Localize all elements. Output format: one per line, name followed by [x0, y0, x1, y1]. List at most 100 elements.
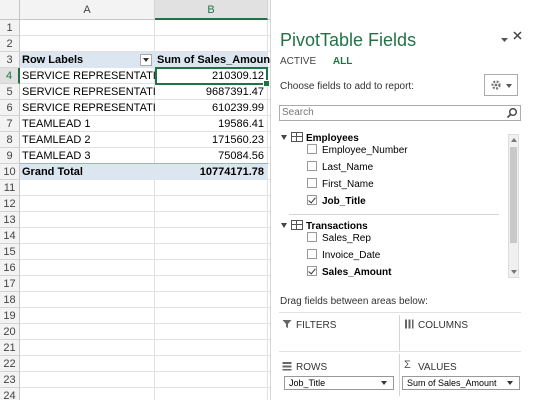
row-header-2[interactable]: 2	[0, 36, 20, 52]
row-header-10[interactable]: 10	[0, 164, 20, 180]
grid-col-line	[267, 36, 268, 52]
columns-area[interactable]: COLUMNS	[402, 315, 520, 351]
row-header-7[interactable]: 7	[0, 116, 20, 132]
checkbox[interactable]	[307, 178, 317, 188]
field-sales-amount[interactable]: Sales_Amount	[307, 266, 391, 280]
pane-options-icon[interactable]	[500, 33, 509, 47]
field-label: Invoice_Date	[322, 250, 381, 261]
active-cell-selection[interactable]	[155, 67, 270, 87]
checkbox[interactable]	[307, 161, 317, 171]
grid-col-line	[267, 340, 268, 356]
field-label: Employee_Number	[322, 145, 408, 156]
row-header-9[interactable]: 9	[0, 148, 20, 164]
select-all-corner[interactable]	[0, 0, 20, 20]
row-header-1[interactable]: 1	[0, 20, 20, 36]
scroll-thumb[interactable]	[510, 147, 517, 243]
pivot-row-label[interactable]: SERVICE REPRESENTATIVE 2	[20, 84, 155, 100]
field-job-title[interactable]: Job_Title	[307, 195, 366, 209]
columns-label: COLUMNS	[418, 320, 469, 331]
row-header-11[interactable]: 11	[0, 180, 20, 196]
pivot-row-value[interactable]: 75084.56	[155, 148, 268, 164]
row-header-12[interactable]: 12	[0, 196, 20, 212]
rows-field-job-title[interactable]: Job_Title	[284, 376, 394, 390]
tab-all[interactable]: ALL	[333, 56, 352, 67]
grid-col-line	[267, 244, 268, 260]
row-labels-filter-button[interactable]	[140, 54, 152, 66]
grid-col-line	[154, 388, 155, 400]
choose-fields-label: Choose fields to add to report:	[280, 81, 414, 92]
areas-divider	[279, 312, 521, 313]
row-header-19[interactable]: 19	[0, 308, 20, 324]
field-list-scrollbar[interactable]	[508, 134, 519, 278]
pivot-row-label[interactable]: SERVICE REPRESENTATIVE 1	[20, 68, 155, 84]
grand-total-value[interactable]: 10774171.78	[155, 164, 268, 180]
grid-col-line	[154, 340, 155, 356]
filters-area[interactable]: FILTERS	[280, 315, 398, 351]
tools-dropdown-button[interactable]	[484, 74, 518, 96]
row-header-24[interactable]: 24	[0, 388, 20, 400]
row-header-15[interactable]: 15	[0, 244, 20, 260]
row-header-23[interactable]: 23	[0, 372, 20, 388]
grid-row	[20, 324, 270, 340]
chevron-down-icon[interactable]	[381, 381, 387, 385]
checkbox-checked[interactable]	[307, 266, 317, 276]
pivot-row-value[interactable]: 171560.23	[155, 132, 268, 148]
checkbox[interactable]	[307, 144, 317, 154]
search-input[interactable]: Search	[279, 105, 521, 121]
tab-active[interactable]: ACTIVE	[280, 56, 316, 67]
grid-row	[20, 372, 270, 388]
row-header-18[interactable]: 18	[0, 292, 20, 308]
grid-col-line	[154, 356, 155, 372]
field-employee-number[interactable]: Employee_Number	[307, 144, 408, 158]
checkbox[interactable]	[307, 249, 317, 259]
spreadsheet-grid[interactable]: ABC 123456789101112131415161718192021222…	[0, 0, 270, 400]
grid-col-line	[267, 292, 268, 308]
pivot-row-label[interactable]: TEAMLEAD 2	[20, 132, 155, 148]
row-header-13[interactable]: 13	[0, 212, 20, 228]
row-header-21[interactable]: 21	[0, 340, 20, 356]
row-header-8[interactable]: 8	[0, 132, 20, 148]
grand-total-label[interactable]: Grand Total	[20, 164, 155, 180]
column-header-b[interactable]: B	[155, 0, 268, 20]
field-sales-rep[interactable]: Sales_Rep	[307, 232, 371, 246]
field-first-name[interactable]: First_Name	[307, 178, 374, 192]
row-header-3[interactable]: 3	[0, 52, 20, 68]
grid-col-line	[154, 276, 155, 292]
grid-col-line	[267, 388, 268, 400]
chevron-down-icon[interactable]	[507, 381, 513, 385]
row-header-4[interactable]: 4	[0, 68, 20, 84]
group-transactions-label: Transactions	[306, 221, 368, 232]
pivot-row-label[interactable]: TEAMLEAD 3	[20, 148, 155, 164]
rows-field-label: Job_Title	[289, 378, 326, 388]
grid-col-line	[154, 324, 155, 340]
row-header-16[interactable]: 16	[0, 260, 20, 276]
close-icon[interactable]	[512, 30, 523, 44]
pivot-row-labels-header: Row Labels	[20, 52, 155, 68]
row-header-6[interactable]: 6	[0, 100, 20, 116]
pivot-row-label[interactable]: TEAMLEAD 1	[20, 116, 155, 132]
row-header-14[interactable]: 14	[0, 228, 20, 244]
row-header-20[interactable]: 20	[0, 324, 20, 340]
areas-divider-mid	[279, 351, 521, 352]
values-field-sum-sales-amount[interactable]: Sum of Sales_Amount	[402, 376, 520, 390]
grid-row	[20, 180, 270, 196]
search-icon[interactable]	[506, 107, 518, 119]
pivot-row-label[interactable]: SERVICE REPRESENTATIVE 3	[20, 100, 155, 116]
field-label: Sales_Amount	[322, 267, 392, 278]
pivot-row-value[interactable]: 610239.99	[155, 100, 268, 116]
group-employees-label: Employees	[306, 133, 359, 144]
row-header-22[interactable]: 22	[0, 356, 20, 372]
column-header-a[interactable]: A	[20, 0, 155, 20]
row-header-17[interactable]: 17	[0, 276, 20, 292]
field-invoice-date[interactable]: Invoice_Date	[307, 249, 380, 263]
rows-label: ROWS	[296, 362, 328, 373]
field-last-name[interactable]: Last_Name	[307, 161, 373, 175]
row-labels-text: Row Labels	[22, 54, 84, 66]
checkbox[interactable]	[307, 232, 317, 242]
checkbox-checked[interactable]	[307, 195, 317, 205]
scroll-down-icon[interactable]	[511, 270, 517, 274]
pivot-row-value[interactable]: 9687391.47	[155, 84, 268, 100]
pivot-row-value[interactable]: 19586.41	[155, 116, 268, 132]
scroll-up-icon[interactable]	[511, 138, 517, 142]
row-header-5[interactable]: 5	[0, 84, 20, 100]
